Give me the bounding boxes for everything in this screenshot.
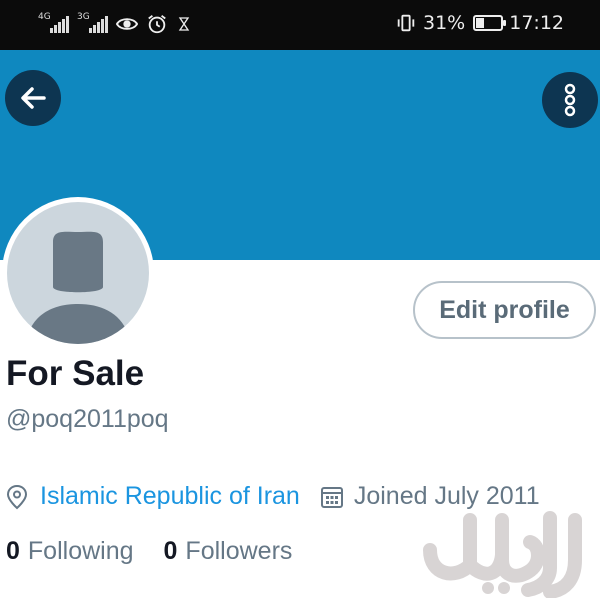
following-label: Following — [27, 537, 134, 565]
battery-level — [476, 18, 484, 28]
avatar[interactable] — [2, 197, 154, 349]
status-right: 31% 17:12 — [395, 12, 564, 34]
arrow-left-icon — [21, 87, 46, 109]
eye-icon — [116, 18, 138, 30]
status-bar: 4G 3G 31% 17:12 — [0, 0, 600, 50]
battery-percent: 31% — [423, 12, 466, 34]
user-handle: @poq2011poq — [6, 405, 169, 433]
following-link[interactable]: 0 Following — [6, 537, 134, 566]
battery-icon — [473, 15, 507, 31]
location-link[interactable]: Islamic Republic of Iran — [40, 482, 300, 511]
more-options-button[interactable] — [542, 72, 598, 128]
back-button[interactable] — [5, 70, 61, 126]
profile-stats: 0 Following 0 Followers — [6, 537, 292, 566]
alarm-icon — [148, 15, 166, 34]
display-name: For Sale — [6, 354, 145, 393]
followers-link[interactable]: 0 Followers — [164, 537, 293, 566]
divar-watermark-logo — [423, 511, 582, 598]
following-count: 0 — [6, 537, 20, 565]
followers-count: 0 — [163, 537, 178, 565]
more-vertical-icon — [564, 83, 576, 117]
hourglass-icon — [178, 17, 190, 31]
network-type-label: 3G — [77, 12, 90, 22]
network-type-label: 4G — [38, 12, 51, 22]
edit-profile-button[interactable]: Edit profile — [413, 281, 596, 339]
calendar-icon — [320, 486, 343, 508]
status-left: 4G 3G — [38, 13, 192, 35]
clock: 17:12 — [509, 12, 564, 34]
location-pin-icon — [6, 484, 28, 509]
signal-4g-icon: 4G — [38, 12, 69, 33]
default-avatar-icon — [7, 202, 149, 344]
signal-3g-icon: 3G — [77, 12, 108, 33]
followers-label: Followers — [185, 537, 293, 565]
vibrate-icon — [397, 14, 415, 32]
